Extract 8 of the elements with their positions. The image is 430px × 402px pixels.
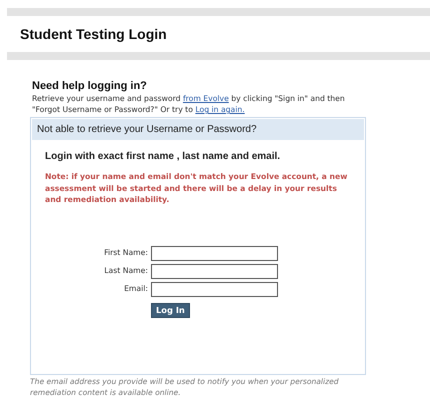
panel-header: Not able to retrieve your Username or Password?	[32, 119, 364, 140]
input-field[interactable]	[151, 246, 278, 260]
login-button[interactable]: Log In	[151, 302, 190, 318]
input-field[interactable]	[151, 264, 278, 278]
page-title: Student Testing Login	[20, 26, 168, 43]
instruction-text: Login with exact first name , last name and email.	[45, 150, 282, 163]
input-field[interactable]	[151, 282, 278, 296]
help-heading: Need help logging in?	[32, 80, 148, 93]
